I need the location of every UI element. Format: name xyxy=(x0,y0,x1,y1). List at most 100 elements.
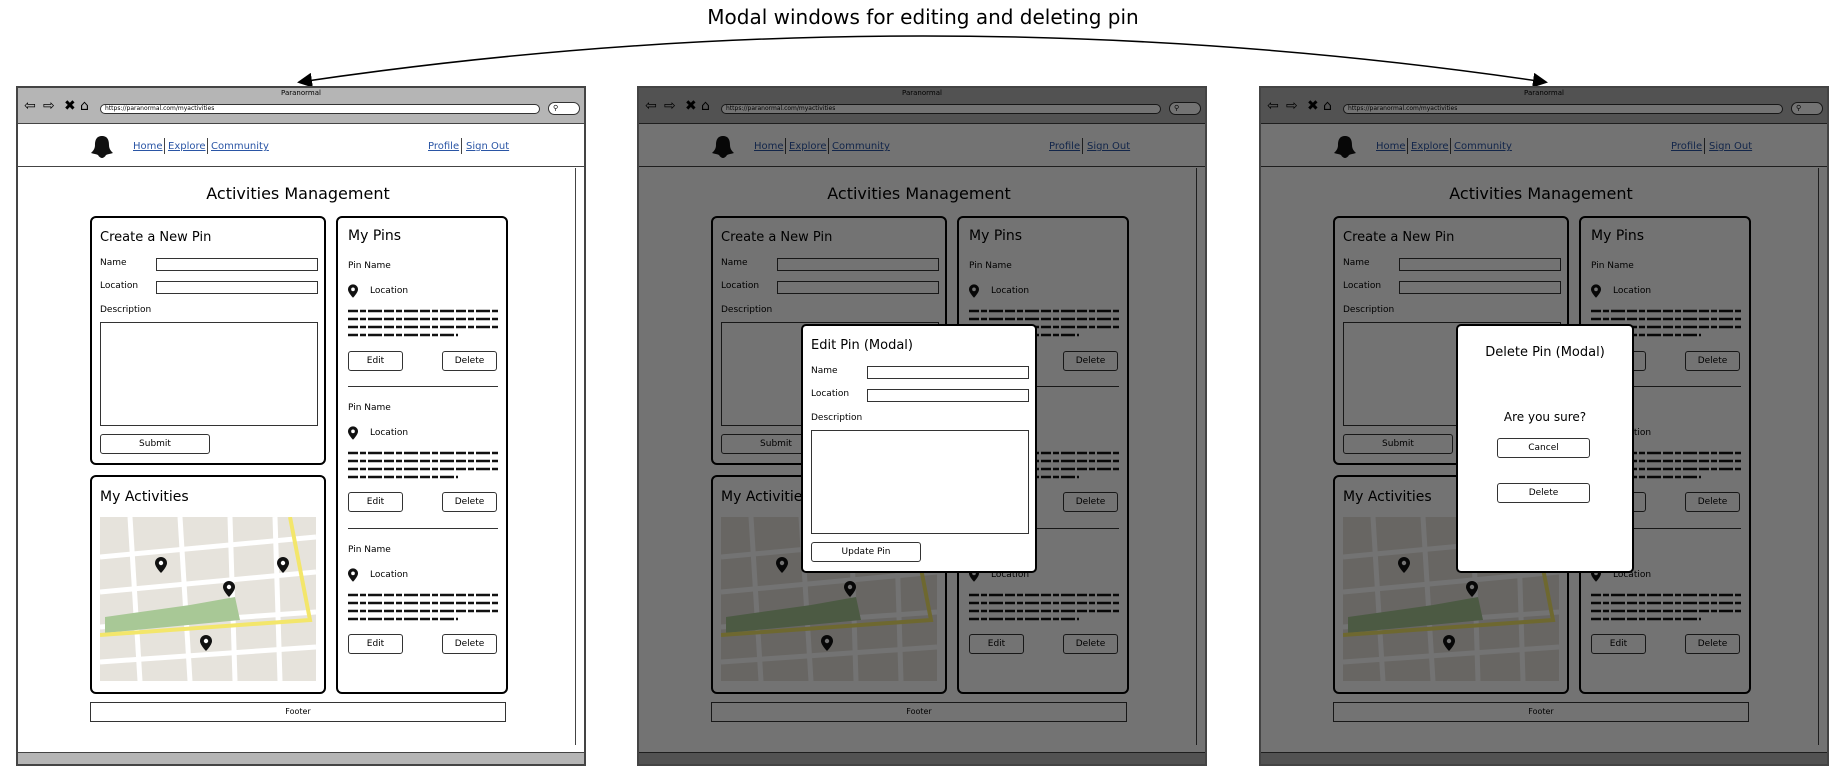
close-icon[interactable]: ✖ xyxy=(685,99,697,113)
page-footer: Footer xyxy=(90,702,506,722)
delete-pin-button[interactable]: Delete xyxy=(1063,634,1118,654)
name-input[interactable] xyxy=(156,258,318,271)
nav-profile-link[interactable]: Profile xyxy=(1049,141,1080,152)
submit-button[interactable]: Submit xyxy=(1343,434,1453,454)
forward-icon[interactable]: ⇨ xyxy=(1286,99,1298,113)
address-bar[interactable]: https://paranormal.com/myactivities xyxy=(100,104,540,114)
map-marker-icon[interactable] xyxy=(200,635,212,651)
edit-pin-button[interactable]: Edit xyxy=(969,634,1024,654)
close-icon[interactable]: ✖ xyxy=(64,99,76,113)
name-input[interactable] xyxy=(1399,258,1561,271)
nav-explore-link[interactable]: Explore xyxy=(168,141,206,152)
name-input[interactable] xyxy=(867,366,1029,379)
nav-separator xyxy=(828,138,829,154)
nav-signout-link[interactable]: Sign Out xyxy=(1709,141,1752,152)
back-icon[interactable]: ⇦ xyxy=(24,99,36,113)
location-label: Location xyxy=(1343,281,1382,291)
ghost-logo-icon[interactable] xyxy=(711,135,735,159)
description-textarea[interactable] xyxy=(811,430,1029,534)
page-footer: Footer xyxy=(1333,702,1749,722)
edit-pin-button[interactable]: Edit xyxy=(348,492,403,512)
map-marker-icon[interactable] xyxy=(844,581,856,597)
delete-pin-button[interactable]: Delete xyxy=(442,351,497,371)
site-header: Home Explore Community Profile Sign Out xyxy=(18,125,584,167)
location-input[interactable] xyxy=(156,281,318,294)
nav-home-link[interactable]: Home xyxy=(133,141,163,152)
description-label: Description xyxy=(811,413,863,423)
name-input[interactable] xyxy=(777,258,939,271)
search-button[interactable]: ⚲ xyxy=(1169,102,1201,115)
back-icon[interactable]: ⇦ xyxy=(645,99,657,113)
delete-pin-button[interactable]: Delete xyxy=(1063,492,1118,512)
submit-button[interactable]: Submit xyxy=(100,434,210,454)
activities-map[interactable] xyxy=(100,517,316,681)
delete-pin-button[interactable]: Delete xyxy=(1685,634,1740,654)
my-pins-title: My Pins xyxy=(1591,228,1645,244)
nav-separator xyxy=(1407,138,1408,154)
map-marker-icon[interactable] xyxy=(1398,557,1410,573)
horizontal-scrollbar[interactable] xyxy=(1261,752,1827,764)
location-input[interactable] xyxy=(777,281,939,294)
edit-pin-button[interactable]: Edit xyxy=(348,634,403,654)
delete-pin-button[interactable]: Delete xyxy=(1685,492,1740,512)
nav-community-link[interactable]: Community xyxy=(1454,141,1512,152)
location-pin-icon xyxy=(1591,284,1601,298)
location-label: Location xyxy=(811,389,850,399)
address-bar[interactable]: https://paranormal.com/myactivities xyxy=(721,104,1161,114)
home-icon[interactable]: ⌂ xyxy=(701,99,710,113)
forward-icon[interactable]: ⇨ xyxy=(664,99,676,113)
delete-pin-button[interactable]: Delete xyxy=(1063,351,1118,371)
nav-signout-link[interactable]: Sign Out xyxy=(1087,141,1130,152)
nav-community-link[interactable]: Community xyxy=(832,141,890,152)
nav-explore-link[interactable]: Explore xyxy=(789,141,827,152)
location-input[interactable] xyxy=(867,389,1029,402)
home-icon[interactable]: ⌂ xyxy=(80,99,89,113)
nav-home-link[interactable]: Home xyxy=(1376,141,1406,152)
nav-profile-link[interactable]: Profile xyxy=(428,141,459,152)
nav-profile-link[interactable]: Profile xyxy=(1671,141,1702,152)
home-icon[interactable]: ⌂ xyxy=(1323,99,1332,113)
search-button[interactable]: ⚲ xyxy=(1791,102,1823,115)
nav-community-link[interactable]: Community xyxy=(211,141,269,152)
pin-location: Location xyxy=(991,286,1030,296)
nav-home-link[interactable]: Home xyxy=(754,141,784,152)
location-input[interactable] xyxy=(1399,281,1561,294)
address-bar[interactable]: https://paranormal.com/myactivities xyxy=(1343,104,1783,114)
search-button[interactable]: ⚲ xyxy=(548,102,580,115)
ghost-logo-icon[interactable] xyxy=(1333,135,1357,159)
map-marker-icon[interactable] xyxy=(776,557,788,573)
confirm-question: Are you sure? xyxy=(1503,410,1587,424)
create-pin-panel: Create a New Pin Name Location Descripti… xyxy=(90,216,326,465)
connector-arrow xyxy=(297,35,1548,88)
map-marker-icon[interactable] xyxy=(1466,581,1478,597)
delete-pin-button[interactable]: Delete xyxy=(442,634,497,654)
vertical-scrollbar[interactable] xyxy=(1818,168,1825,745)
browser-chrome: Paranormal ⇦ ⇨ ✖ ⌂ https://paranormal.co… xyxy=(1261,88,1827,124)
map-marker-icon[interactable] xyxy=(155,557,167,573)
horizontal-scrollbar[interactable] xyxy=(18,752,584,764)
nav-signout-link[interactable]: Sign Out xyxy=(466,141,509,152)
map-marker-icon[interactable] xyxy=(223,581,235,597)
nav-separator xyxy=(785,138,786,154)
horizontal-scrollbar[interactable] xyxy=(639,752,1205,764)
update-pin-button[interactable]: Update Pin xyxy=(811,542,921,562)
map-marker-icon[interactable] xyxy=(1443,635,1455,651)
pin-description-text xyxy=(348,309,498,337)
delete-pin-button[interactable]: Delete xyxy=(442,492,497,512)
close-icon[interactable]: ✖ xyxy=(1307,99,1319,113)
edit-pin-button[interactable]: Edit xyxy=(1591,634,1646,654)
forward-icon[interactable]: ⇨ xyxy=(43,99,55,113)
edit-pin-button[interactable]: Edit xyxy=(348,351,403,371)
delete-modal-title: Delete Pin (Modal) xyxy=(1485,345,1605,360)
map-marker-icon[interactable] xyxy=(277,557,289,573)
vertical-scrollbar[interactable] xyxy=(575,168,582,745)
map-marker-icon[interactable] xyxy=(821,635,833,651)
back-icon[interactable]: ⇦ xyxy=(1267,99,1279,113)
cancel-button[interactable]: Cancel xyxy=(1497,438,1590,458)
nav-explore-link[interactable]: Explore xyxy=(1411,141,1449,152)
delete-pin-button[interactable]: Delete xyxy=(1685,351,1740,371)
description-textarea[interactable] xyxy=(100,322,318,426)
vertical-scrollbar[interactable] xyxy=(1196,168,1203,745)
confirm-delete-button[interactable]: Delete xyxy=(1497,483,1590,503)
ghost-logo-icon[interactable] xyxy=(90,135,114,159)
